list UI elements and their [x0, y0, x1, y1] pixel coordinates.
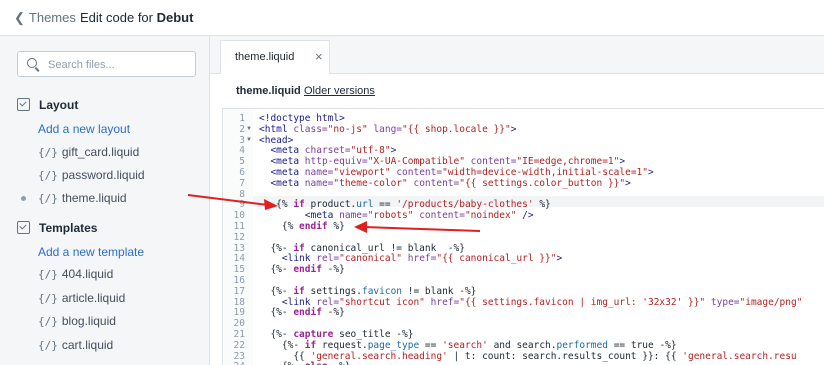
line-number: 22 — [233, 340, 245, 351]
code-line: <html class="no-js" lang="{{ shop.locale… — [259, 124, 517, 135]
line-number: 20 — [233, 318, 245, 329]
file-label: gift_card.liquid — [61, 145, 140, 159]
templates-section-heading[interactable]: Templates — [17, 221, 97, 235]
line-number: 24 — [223, 361, 245, 365]
folder-download-icon — [17, 221, 30, 234]
file-label: 404.liquid — [61, 267, 114, 281]
line-number: 21 — [233, 329, 245, 340]
file-theme[interactable]: {/} theme.liquid — [38, 191, 127, 205]
file-code-icon: {/} — [38, 268, 58, 281]
code-editor[interactable]: 1 2 3 4 5 6 7 8 9 10 11 12 13 14 15 16 1… — [222, 108, 824, 365]
code-line: {%- capture seo_title -%} — [259, 329, 414, 340]
search-box[interactable] — [17, 51, 196, 77]
file-code-icon: {/} — [38, 192, 58, 205]
add-new-layout-link[interactable]: Add a new layout — [38, 122, 130, 136]
fold-arrow-icon[interactable]: ▼ — [246, 126, 252, 132]
line-number: 7 — [239, 178, 245, 189]
file-code-icon: {/} — [38, 339, 58, 352]
line-number: 9 — [239, 199, 245, 210]
back-label: Themes — [28, 10, 76, 25]
templates-heading-label: Templates — [39, 221, 98, 235]
line-number: 11 — [233, 221, 245, 232]
search-icon — [27, 58, 37, 68]
file-code-icon: {/} — [38, 292, 58, 305]
line-number: 19 — [233, 307, 245, 318]
code-line: <meta name="viewport" content="width=dev… — [270, 167, 654, 178]
code-line: {% if product.url == '/products/baby-clo… — [259, 199, 551, 210]
close-icon[interactable]: × — [315, 49, 323, 64]
file-article[interactable]: {/} article.liquid — [38, 291, 125, 305]
line-number: 1 — [239, 113, 245, 124]
file-label: blog.liquid — [61, 314, 116, 328]
theme-name: Debut — [156, 10, 194, 25]
layout-section-heading[interactable]: Layout — [17, 98, 78, 112]
tab-strip: theme.liquid × — [210, 36, 824, 74]
folder-download-icon — [17, 98, 30, 111]
fold-arrow-icon[interactable]: ▼ — [246, 137, 252, 143]
file-404[interactable]: {/} 404.liquid — [38, 267, 113, 281]
open-file-indicator — [21, 196, 26, 201]
code-line: <!doctype html> — [259, 113, 345, 124]
file-code-icon: {/} — [38, 146, 58, 159]
file-gift-card[interactable]: {/} gift_card.liquid — [38, 145, 139, 159]
page-title: Edit code for Debut — [80, 10, 193, 25]
code-line: <meta name="robots" content="noindex" /> — [304, 210, 534, 221]
title-prefix: Edit code for — [80, 10, 153, 25]
older-versions-link[interactable]: Older versions — [304, 85, 375, 97]
file-label: theme.liquid — [61, 191, 127, 205]
search-files-input[interactable] — [46, 56, 190, 74]
code-line: <meta name="theme-color" content="{{ set… — [270, 178, 631, 189]
top-bar: ❮ Themes Edit code for Debut — [0, 0, 824, 36]
code-line: {% endif %} — [259, 221, 345, 232]
line-number: 5 — [239, 156, 245, 167]
file-blog[interactable]: {/} blog.liquid — [38, 314, 116, 328]
code-line: <meta http-equiv="X-UA-Compatible" conte… — [270, 156, 626, 167]
file-cart[interactable]: {/} cart.liquid — [38, 338, 113, 352]
chevron-left-icon: ❮ — [14, 10, 25, 25]
code-line: {%- endif -%} — [259, 307, 345, 318]
file-sidebar: Layout Add a new layout {/}gift_card.liq… — [0, 36, 210, 365]
tab-label: theme.liquid — [235, 51, 295, 63]
code-line: <meta charset="utf-8"> — [270, 145, 397, 156]
file-label: password.liquid — [61, 168, 145, 182]
file-header: theme.liquid Older versions — [210, 74, 824, 106]
file-code-icon: {/} — [38, 169, 58, 182]
file-password[interactable]: {/} password.liquid — [38, 168, 145, 182]
file-label: cart.liquid — [61, 338, 114, 352]
back-to-themes-link[interactable]: ❮ Themes — [14, 10, 76, 26]
add-new-template-link[interactable]: Add a new template — [38, 245, 144, 259]
file-label: article.liquid — [61, 291, 126, 305]
line-number: 6 — [239, 167, 245, 178]
line-number: 17 — [233, 286, 245, 297]
current-filename: theme.liquid — [236, 85, 301, 97]
layout-heading-label: Layout — [39, 98, 79, 112]
line-number: 12 — [233, 232, 245, 243]
tab-theme-liquid[interactable]: theme.liquid × — [220, 40, 330, 74]
line-number: 4 — [239, 145, 245, 156]
code-line: {%- if request.page_type == 'search' and… — [259, 340, 677, 351]
line-number: 10 — [233, 210, 245, 221]
code-line: {%- else -%} — [259, 361, 351, 365]
line-number: 14 — [233, 253, 245, 264]
line-number: 16 — [233, 275, 245, 286]
line-number: 15 — [233, 264, 245, 275]
file-code-icon: {/} — [38, 315, 58, 328]
code-line: {%- endif -%} — [259, 264, 345, 275]
code-line: {%- if settings.favicon != blank -%} — [259, 286, 477, 297]
code-line: <link rel="canonical" href="{{ canonical… — [281, 253, 563, 264]
line-number: 2 — [239, 124, 245, 135]
